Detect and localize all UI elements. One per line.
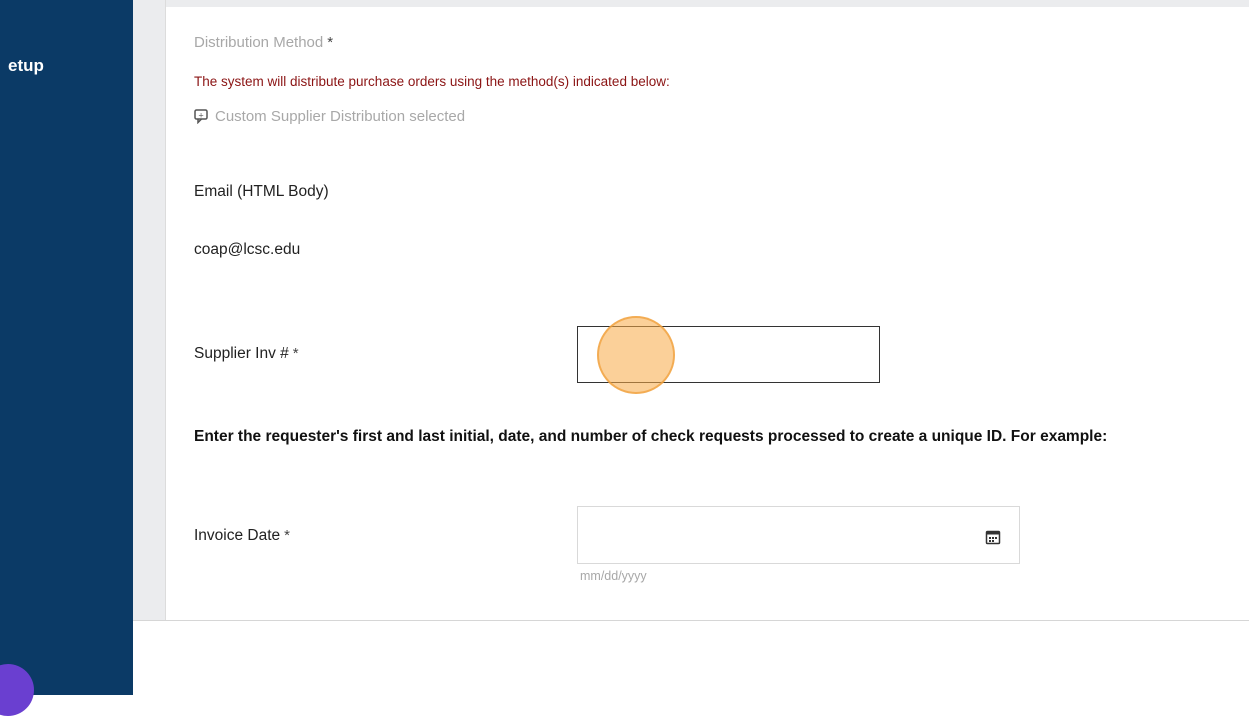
left-gutter [133, 0, 166, 620]
svg-text:+: + [198, 112, 204, 120]
sidebar-item-setup[interactable]: etup [8, 56, 44, 76]
required-star: * [327, 34, 334, 51]
supplier-inv-text: Supplier Inv # [194, 345, 289, 362]
distribution-notice: The system will distribute purchase orde… [194, 74, 670, 89]
distribution-method-value: Email (HTML Body) [194, 183, 329, 200]
sidebar: etup [0, 0, 133, 716]
supplier-inv-label: Supplier Inv # * [194, 345, 299, 363]
invoice-date-format-hint: mm/dd/yyyy [580, 569, 647, 583]
custom-distribution-row: + Custom Supplier Distribution selected [194, 108, 465, 125]
distribution-method-label: Distribution Method * [194, 34, 333, 51]
required-star: * [292, 345, 299, 362]
comment-icon: + [194, 109, 208, 124]
custom-distribution-text: Custom Supplier Distribution selected [215, 108, 466, 125]
top-strip [133, 0, 1249, 7]
calendar-icon[interactable] [982, 526, 1004, 548]
distribution-email: coap@lcsc.edu [194, 241, 301, 258]
invoice-date-text: Invoice Date [194, 527, 281, 544]
invoice-date-label: Invoice Date * [194, 527, 290, 545]
avatar[interactable] [0, 664, 34, 716]
required-star: * [284, 527, 291, 544]
supplier-inv-instruction: Enter the requester's first and last ini… [194, 428, 1108, 445]
supplier-inv-input[interactable] [577, 326, 880, 383]
invoice-date-input[interactable] [577, 506, 1020, 564]
distribution-method-text: Distribution Method [194, 34, 324, 51]
divider [133, 620, 1249, 621]
